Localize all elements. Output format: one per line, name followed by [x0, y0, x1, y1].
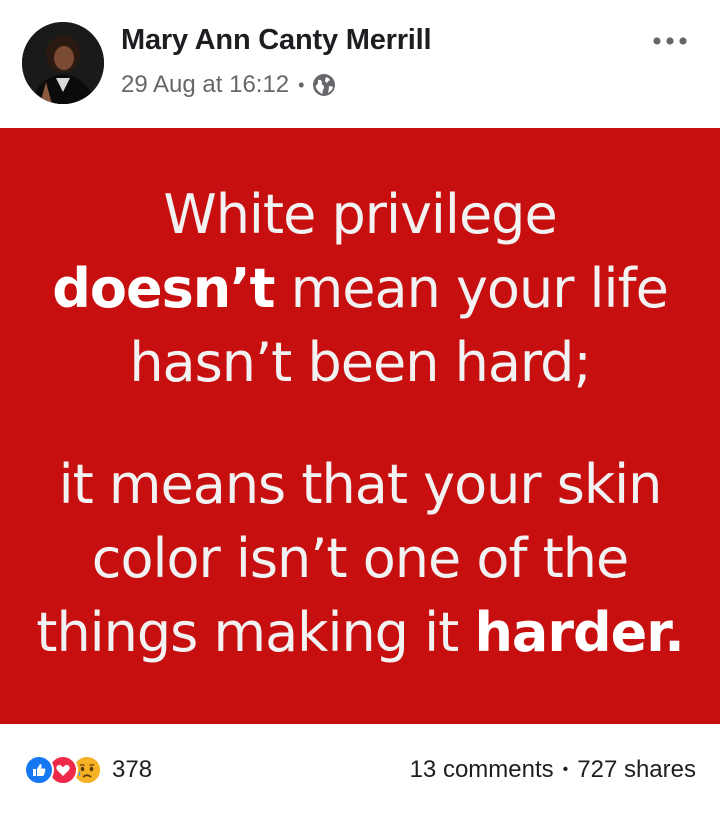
post-header: Mary Ann Canty Merrill 29 Aug at 16:12 •: [0, 0, 720, 128]
quote-block-2: it means that your skin color isn’t one …: [0, 448, 720, 670]
stats-separator: •: [562, 761, 569, 778]
quote-bold: harder.: [474, 601, 684, 664]
facebook-post: Mary Ann Canty Merrill 29 Aug at 16:12 •: [0, 0, 720, 813]
post-stats: 13 comments • 727 shares: [410, 756, 696, 784]
post-footer: 378 13 comments • 727 shares: [0, 724, 720, 813]
shares-count-link[interactable]: 727 shares: [577, 756, 696, 784]
quote-line: doesn’t mean your life: [0, 252, 720, 326]
quote-line: color isn’t one of the: [91, 527, 629, 590]
quote-line: White privilege: [163, 183, 557, 246]
reactions-summary[interactable]: 378: [24, 755, 152, 785]
post-timestamp[interactable]: 29 Aug at 16:12: [121, 71, 289, 99]
avatar-image: [22, 22, 104, 104]
meta-separator: •: [298, 74, 305, 95]
globe-icon[interactable]: [312, 73, 336, 97]
quote-block-1: White privilege doesn’t mean your life h…: [0, 178, 720, 400]
more-options-icon: [653, 37, 687, 45]
post-image[interactable]: White privilege doesn’t mean your life h…: [0, 128, 720, 724]
quote-bold: doesn’t: [52, 257, 275, 320]
author-avatar[interactable]: [22, 22, 104, 104]
quote-line: it means that your skin: [58, 453, 663, 516]
quote-line: hasn’t been hard;: [129, 331, 591, 394]
more-options-button[interactable]: [650, 26, 690, 56]
like-icon: [24, 755, 54, 785]
quote-text-segment: mean your life: [274, 257, 669, 320]
comments-count-link[interactable]: 13 comments: [410, 756, 554, 784]
post-meta: 29 Aug at 16:12 •: [121, 70, 336, 100]
reaction-count: 378: [112, 756, 153, 783]
author-name[interactable]: Mary Ann Canty Merrill: [121, 24, 432, 57]
quote-text: White privilege doesn’t mean your life h…: [0, 128, 720, 724]
quote-line: things making it harder.: [0, 596, 720, 670]
quote-text-segment: things making it: [36, 601, 475, 664]
